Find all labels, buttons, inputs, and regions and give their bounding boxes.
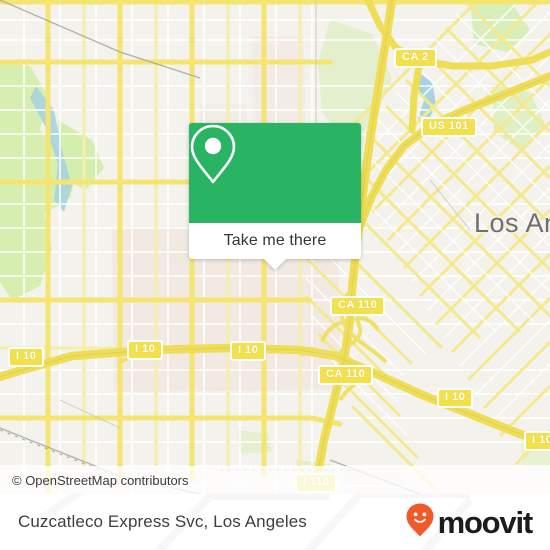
map-attribution-bar: © OpenStreetMap contributors (0, 466, 550, 494)
place-title: Cuzcatleco Express Svc, Los Angeles (18, 512, 307, 531)
map-canvas[interactable]: Los Angeles CA 2 US 101 CA 110 CA 110 I … (0, 0, 550, 494)
popup-tail-pointer (264, 259, 286, 270)
osm-attribution-text[interactable]: © OpenStreetMap contributors (0, 473, 189, 488)
moovit-logo[interactable]: moovit (405, 502, 534, 543)
highway-shield: I 10 (437, 388, 474, 408)
highway-shield: US 101 (421, 117, 477, 137)
popup-image-area (189, 123, 361, 223)
highway-shield: CA 110 (318, 365, 374, 385)
highway-shield: I 10 (8, 347, 45, 367)
highway-shield: CA 110 (330, 296, 386, 316)
popup-action-bar[interactable]: Take me there (189, 223, 361, 270)
moovit-pin-smiley-icon (405, 502, 435, 543)
highway-shield: CA 2 (394, 48, 437, 68)
highway-shield: I 10 (127, 340, 164, 360)
highway-shield: I 10 (524, 431, 550, 451)
map-city-label: Los Angeles (474, 208, 550, 238)
moovit-map-screen: Los Angeles CA 2 US 101 CA 110 CA 110 I … (0, 0, 550, 550)
footer-bar: Cuzcatleco Express Svc, Los Angeles moov… (0, 494, 550, 550)
map-popup-card[interactable]: Take me there (189, 123, 361, 270)
moovit-wordmark: moovit (437, 504, 534, 540)
take-me-there-label: Take me there (223, 232, 327, 249)
highway-shield: I 10 (230, 341, 267, 361)
